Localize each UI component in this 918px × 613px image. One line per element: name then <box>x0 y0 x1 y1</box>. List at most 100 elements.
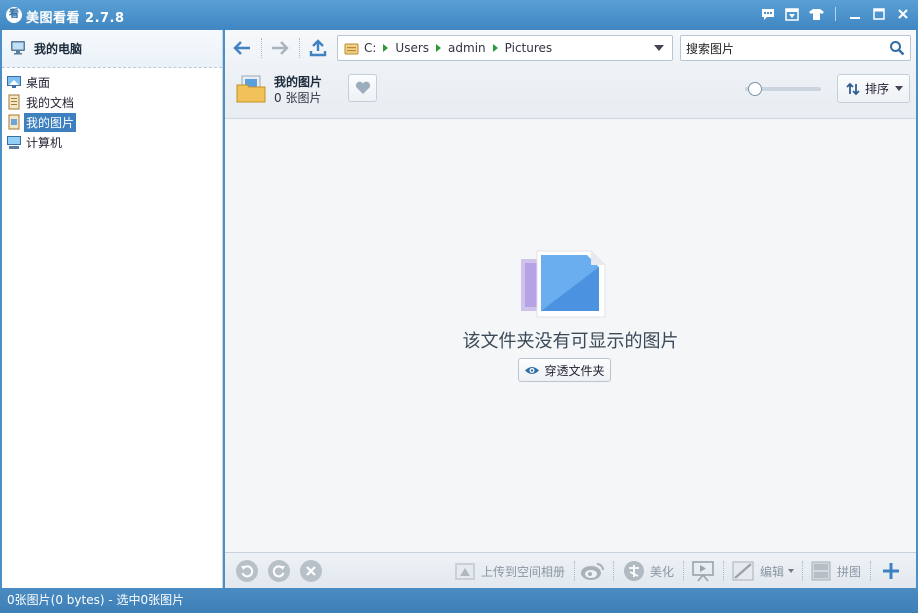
edit-button[interactable]: 编辑 <box>731 559 795 583</box>
my-computer-label: 我的电脑 <box>34 42 83 56</box>
sidebar-item-desktop[interactable]: 桌面 <box>2 72 222 92</box>
up-folder-button[interactable] <box>308 38 328 58</box>
search-input[interactable] <box>681 36 876 60</box>
thumbnail-size-slider[interactable] <box>745 82 821 96</box>
breadcrumb-drive[interactable]: C: <box>364 41 376 55</box>
search-icon[interactable] <box>889 40 905 59</box>
computer-icon <box>10 40 26 58</box>
title-bar-divider <box>835 7 836 21</box>
main-area: C: Users admin Pictures 我的图片 0 张图片 <box>225 30 916 588</box>
rotate-left-icon <box>241 565 254 578</box>
sort-icon <box>846 82 860 95</box>
toolbar-divider <box>261 38 262 58</box>
sidebar-item-documents[interactable]: 我的文档 <box>2 92 222 112</box>
drive-icon <box>344 42 359 55</box>
breadcrumb-pictures[interactable]: Pictures <box>505 41 553 55</box>
breadcrumb-admin[interactable]: admin <box>448 41 486 55</box>
weibo-share-button[interactable] <box>580 559 606 583</box>
address-dropdown-icon[interactable] <box>654 45 664 51</box>
weibo-icon <box>581 563 604 580</box>
tshirt-icon[interactable] <box>807 5 825 23</box>
my-computer-header[interactable]: 我的电脑 <box>2 30 222 68</box>
collage-button[interactable]: 拼图 <box>810 559 861 583</box>
documents-icon <box>6 94 22 110</box>
folder-name: 我的图片 <box>274 75 323 89</box>
toolbar-divider <box>802 561 803 581</box>
computer-icon <box>6 134 22 150</box>
status-bar: 0张图片(0 bytes) - 选中0张图片 <box>0 588 918 613</box>
minimize-icon[interactable] <box>846 5 864 23</box>
toolbar-divider <box>613 561 614 581</box>
pierce-folder-label: 穿透文件夹 <box>544 363 605 378</box>
plus-icon <box>883 563 899 579</box>
chevron-down-icon[interactable] <box>788 569 795 573</box>
favorite-button[interactable] <box>348 74 377 102</box>
sidebar-item-label: 桌面 <box>26 75 51 90</box>
breadcrumb-arrow-icon[interactable] <box>383 44 389 52</box>
empty-folder-message: 该文件夹没有可显示的图片 <box>462 331 679 352</box>
beautify-icon <box>624 561 644 581</box>
sidebar-item-label: 计算机 <box>26 135 63 150</box>
app-logo-icon: 看 <box>6 7 22 23</box>
pierce-folder-button[interactable]: 穿透文件夹 <box>518 358 611 382</box>
breadcrumb-arrow-icon[interactable] <box>492 44 498 52</box>
back-button[interactable] <box>232 38 252 58</box>
delete-button[interactable] <box>300 560 322 582</box>
empty-folder-illustration-icon <box>519 247 609 326</box>
folder-image-count: 0 张图片 <box>274 91 322 105</box>
rotate-right-icon <box>272 565 285 578</box>
chevron-down-icon <box>895 86 904 91</box>
toolbar-divider <box>299 38 300 58</box>
folder-icon <box>236 74 266 107</box>
sidebar-item-computer[interactable]: 计算机 <box>2 132 222 152</box>
toolbar-divider <box>683 561 684 581</box>
toolbar-divider <box>723 561 724 581</box>
beautify-label: 美化 <box>650 564 675 579</box>
slider-knob[interactable] <box>748 82 762 96</box>
folder-tree-panel: 我的电脑 桌面 我的文档 我的图片 计算机 <box>2 30 223 588</box>
arrow-up-icon <box>309 39 327 57</box>
toolbar-divider <box>574 561 575 581</box>
folder-tree: 桌面 我的文档 我的图片 计算机 <box>2 68 222 152</box>
edit-label: 编辑 <box>760 564 785 579</box>
eye-icon <box>525 366 540 374</box>
navigation-toolbar: C: Users admin Pictures <box>225 30 916 66</box>
upload-to-album-button[interactable]: 上传到空间相册 <box>454 559 565 583</box>
breadcrumb-arrow-icon[interactable] <box>436 44 442 52</box>
collage-label: 拼图 <box>837 564 862 579</box>
upload-icon <box>455 563 475 580</box>
slideshow-button[interactable] <box>691 559 715 583</box>
add-button[interactable] <box>880 560 902 582</box>
app-title: 美图看看 2.7.8 <box>26 11 125 26</box>
collage-icon <box>811 561 831 581</box>
beautify-button[interactable]: 美化 <box>623 559 674 583</box>
message-icon[interactable] <box>759 5 777 23</box>
skin-window-icon[interactable] <box>783 5 801 23</box>
heart-icon <box>355 81 370 94</box>
close-icon[interactable] <box>894 5 912 23</box>
thumbnail-area[interactable]: 该文件夹没有可显示的图片 穿透文件夹 <box>225 120 916 552</box>
arrow-right-icon <box>272 41 289 55</box>
edit-icon <box>732 561 754 581</box>
maximize-icon[interactable] <box>870 5 888 23</box>
address-bar[interactable]: C: Users admin Pictures <box>337 35 673 61</box>
sidebar-item-pictures[interactable]: 我的图片 <box>2 112 222 132</box>
toolbar-divider <box>870 561 871 581</box>
arrow-left-icon <box>233 41 250 55</box>
rotate-right-button[interactable] <box>268 560 290 582</box>
folder-info-bar: 我的图片 0 张图片 排序 <box>225 66 916 119</box>
slideshow-icon <box>692 561 714 582</box>
title-bar[interactable]: 看 美图看看 2.7.8 <box>0 0 918 30</box>
breadcrumb-users[interactable]: Users <box>395 41 429 55</box>
sort-label: 排序 <box>865 82 890 96</box>
sidebar-item-label: 我的图片 <box>24 112 77 132</box>
bottom-toolbar: 上传到空间相册 美化 编辑 拼图 <box>225 552 916 588</box>
forward-button[interactable] <box>270 38 290 58</box>
desktop-icon <box>6 74 22 90</box>
rotate-left-button[interactable] <box>236 560 258 582</box>
app-window: 看 美图看看 2.7.8 我的电脑 桌面 我的文档 我的图片 计算机 C: Us… <box>0 0 918 613</box>
search-box[interactable] <box>680 35 911 61</box>
sort-button[interactable]: 排序 <box>837 74 910 103</box>
title-bar-buttons <box>759 5 912 23</box>
delete-x-icon <box>306 566 316 576</box>
